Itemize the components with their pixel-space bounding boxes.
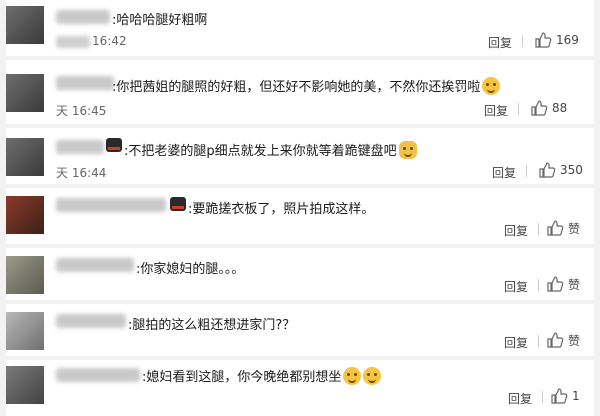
divider (526, 165, 527, 177)
like-count: 赞 (568, 221, 581, 236)
reply-button[interactable]: 回复 (488, 34, 512, 51)
timestamp: 天 16:45 (56, 104, 107, 118)
username-blurred[interactable] (56, 198, 166, 212)
member-badge-icon (170, 197, 186, 211)
comment-row: :腿拍的这么粗还想进家门?？ 回复 赞 (0, 304, 600, 356)
avatar[interactable] (6, 138, 44, 176)
username-blurred[interactable] (56, 258, 134, 272)
username-blurred[interactable] (56, 140, 104, 154)
comment-row: :你家媳妇的腿。。。 回复 赞 (0, 248, 600, 300)
laughing-emoji-icon (343, 367, 362, 385)
like-button[interactable]: 赞 (546, 331, 580, 349)
comment-text: :不把老婆的腿p细点就发上来你就等着跪键盘吧 (124, 140, 417, 159)
like-button[interactable]: 88 (530, 99, 567, 117)
reply-button[interactable]: 回复 (504, 278, 528, 295)
avatar[interactable] (6, 74, 44, 112)
like-button[interactable]: 赞 (546, 219, 580, 237)
divider (522, 35, 523, 47)
member-badge-icon (106, 138, 122, 152)
like-count: 赞 (568, 333, 581, 348)
comment-text: :腿拍的这么粗还想进家门?？ (128, 318, 296, 333)
reply-button[interactable]: 回复 (492, 164, 516, 181)
thumbs-up-icon (551, 388, 568, 404)
username-blurred[interactable] (56, 314, 126, 328)
comment-text: :你家媳妇的腿。。。 (136, 262, 245, 277)
divider (518, 103, 519, 115)
divider (542, 391, 543, 403)
thumbs-up-icon (535, 32, 552, 48)
like-button[interactable]: 350 (538, 161, 583, 179)
cat-emoji-icon (398, 141, 417, 159)
thumbs-up-icon (547, 332, 564, 348)
reply-button[interactable]: 回复 (504, 334, 528, 351)
like-count: 1 (572, 389, 580, 403)
comment-text-content: 哈哈哈腿好粗啊 (116, 13, 208, 28)
comment-text-content: 要跪搓衣板了，照片拍成这样。 (192, 202, 375, 217)
comment-text-content: 腿拍的这么粗还想进家门?？ (132, 318, 296, 333)
date-blurred (56, 36, 90, 48)
comment-row: :不把老婆的腿p细点就发上来你就等着跪键盘吧 天 16:44 回复 350 (0, 128, 600, 184)
divider (538, 279, 539, 291)
timestamp: 天 16:44 (56, 166, 107, 180)
comment-text: :哈哈哈腿好粗啊 (112, 13, 208, 28)
comment-row: :要跪搓衣板了，照片拍成这样。 回复 赞 (0, 188, 600, 244)
username-blurred[interactable] (56, 10, 110, 24)
comment-text-content: 你家媳妇的腿。。。 (140, 262, 245, 277)
like-button[interactable]: 赞 (546, 275, 580, 293)
like-count: 88 (552, 101, 568, 115)
comment-text: :要跪搓衣板了，照片拍成这样。 (188, 202, 375, 217)
username-blurred[interactable] (56, 76, 114, 90)
thumbs-up-icon (547, 220, 564, 236)
username-blurred[interactable] (56, 368, 140, 382)
comment-text-content: 你把茜姐的腿照的好粗，但还好不影响她的美，不然你还挨罚啦 (116, 80, 481, 95)
comment-text: :媳妇看到这腿，你今晚绝都别想坐 (142, 366, 382, 385)
like-count: 169 (556, 33, 579, 47)
like-count: 350 (560, 163, 583, 177)
laughing-emoji-icon (363, 367, 382, 385)
comment-row: :媳妇看到这腿，你今晚绝都别想坐 回复 1 (0, 360, 600, 416)
like-button[interactable]: 1 (550, 387, 580, 405)
comment-text-content: 不把老婆的腿p细点就发上来你就等着跪键盘吧 (128, 144, 397, 159)
divider (538, 335, 539, 347)
avatar[interactable] (6, 256, 44, 294)
reply-button[interactable]: 回复 (504, 222, 528, 239)
comment-text-content: 媳妇看到这腿，你今晚绝都别想坐 (146, 370, 342, 385)
thumbs-up-icon (547, 276, 564, 292)
reply-button[interactable]: 回复 (508, 390, 532, 407)
thumbs-up-icon (539, 162, 556, 178)
like-button[interactable]: 169 (534, 31, 579, 49)
avatar[interactable] (6, 196, 44, 234)
avatar[interactable] (6, 6, 44, 44)
like-count: 赞 (568, 277, 581, 292)
thumbs-up-icon (531, 100, 548, 116)
comment-row: :哈哈哈腿好粗啊 16:42 回复 169 (0, 0, 600, 56)
laughing-emoji-icon (482, 77, 501, 95)
avatar[interactable] (6, 366, 44, 404)
reply-button[interactable]: 回复 (484, 102, 508, 119)
comment-text: :你把茜姐的腿照的好粗，但还好不影响她的美，不然你还挨罚啦 (112, 76, 501, 95)
timestamp: 16:42 (92, 34, 127, 48)
divider (538, 223, 539, 235)
avatar[interactable] (6, 312, 44, 350)
comment-row: :你把茜姐的腿照的好粗，但还好不影响她的美，不然你还挨罚啦 天 16:45 回复… (0, 60, 600, 124)
